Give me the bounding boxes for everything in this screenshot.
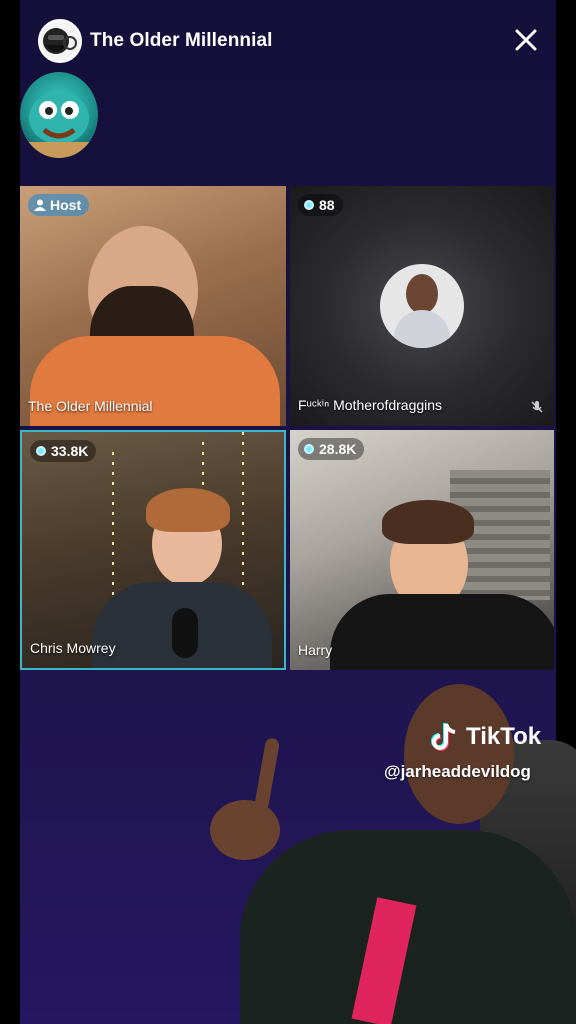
mic-muted-icon [531, 401, 543, 413]
tiktok-logo-icon [431, 723, 456, 751]
guest-tile-3[interactable]: 33.8K Chris Mowrey [20, 430, 286, 670]
badge-label: Host [50, 197, 82, 213]
close-icon [515, 29, 537, 51]
creator-handle: @jarheaddevildog [384, 762, 531, 781]
guest-name: Harry [298, 642, 333, 658]
monster-avatar-icon [28, 92, 90, 158]
guest-tile-2[interactable]: 88 Fᵘᶜᵏⁱⁿ Motherofdraggins [290, 186, 554, 426]
gift-dot-icon [304, 444, 314, 454]
live-header: The Older Millennial [38, 18, 273, 64]
badge-label: 33.8K [51, 443, 89, 459]
pointing-finger [253, 737, 281, 811]
person-icon [34, 199, 46, 211]
guest-name: Fᵘᶜᵏⁱⁿ Motherofdraggins [298, 397, 443, 413]
close-button[interactable] [512, 26, 540, 54]
viewer-avatar[interactable] [20, 72, 98, 158]
streamer-face [404, 684, 514, 824]
gift-dot-icon [304, 200, 314, 210]
guest-shirt [330, 594, 554, 670]
badge-label: 88 [319, 197, 335, 213]
tiktok-watermark: TikTok [428, 720, 541, 754]
guest-name: Chris Mowrey [30, 640, 116, 656]
viewer-count-badge: 33.8K [30, 440, 97, 462]
viewer-count-badge: 88 [298, 194, 343, 216]
host-badge: Host [28, 194, 90, 216]
guest-tile-4[interactable]: 28.8K Harry [290, 430, 554, 670]
room-title: The Older Millennial [90, 30, 273, 51]
host-avatar-icon [43, 28, 77, 54]
badge-label: 28.8K [319, 441, 357, 457]
guest-tile-host[interactable]: Host The Older Millennial [20, 186, 286, 426]
microphone [172, 608, 198, 658]
tiktok-brand: TikTok [466, 723, 542, 750]
host-avatar[interactable] [38, 19, 82, 63]
guest-hair [146, 488, 230, 532]
guest-profile-photo [380, 264, 464, 348]
viewer-count-badge: 28.8K [298, 438, 365, 460]
gift-dot-icon [36, 446, 46, 456]
streamer-hand [210, 800, 280, 860]
guest-name: The Older Millennial [28, 398, 153, 414]
guest-hair [382, 500, 474, 544]
